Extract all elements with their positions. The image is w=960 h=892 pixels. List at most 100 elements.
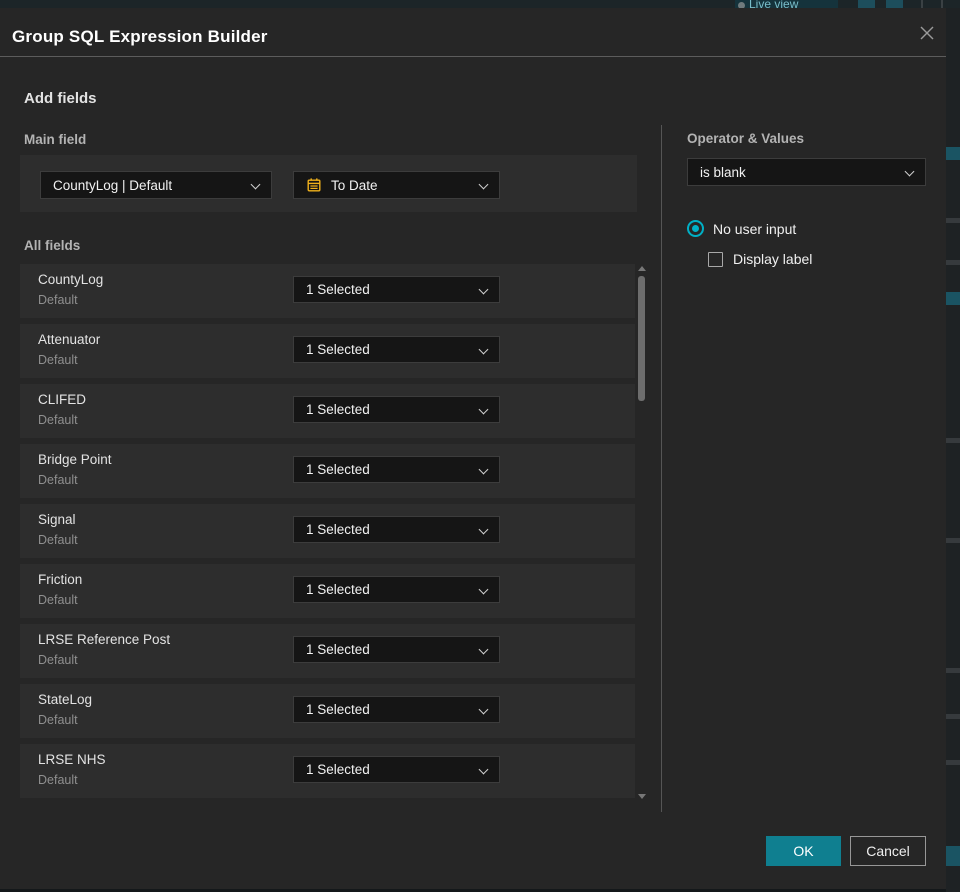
main-field-select[interactable]: CountyLog | Default — [40, 171, 272, 199]
titlebar-divider — [0, 56, 946, 57]
field-selected-dropdown[interactable]: 1 Selected — [293, 756, 500, 783]
chevron-down-icon — [478, 344, 489, 355]
scroll-down-icon[interactable] — [638, 794, 646, 799]
field-name: CountyLog — [38, 272, 104, 287]
main-field-label: Main field — [24, 132, 87, 147]
field-subtitle: Default — [38, 353, 78, 367]
field-row-clifed: CLIFED Default 1 Selected — [20, 384, 635, 438]
cancel-button[interactable]: Cancel — [850, 836, 926, 866]
field-name: LRSE NHS — [38, 752, 106, 767]
close-button[interactable] — [916, 22, 938, 44]
fields-list-scrollbar[interactable] — [637, 264, 647, 801]
chevron-down-icon — [478, 179, 489, 190]
group-sql-expression-builder-dialog: Group SQL Expression Builder Add fields … — [0, 8, 946, 889]
background-fragment — [946, 668, 960, 673]
scrollbar-thumb[interactable] — [638, 276, 645, 401]
field-row-countylog: CountyLog Default 1 Selected — [20, 264, 635, 318]
chevron-down-icon — [904, 166, 915, 177]
display-label-checkbox[interactable]: Display label — [708, 251, 812, 267]
background-app-edge — [946, 8, 960, 892]
chevron-down-icon — [478, 584, 489, 595]
field-row-lrse-nhs: LRSE NHS Default 1 Selected — [20, 744, 635, 798]
background-fragment — [946, 292, 960, 305]
radio-selected-icon — [687, 220, 704, 237]
field-selected-dropdown[interactable]: 1 Selected — [293, 636, 500, 663]
background-fragment — [946, 760, 960, 765]
field-name: Friction — [38, 572, 83, 587]
field-row-attenuator: Attenuator Default 1 Selected — [20, 324, 635, 378]
field-subtitle: Default — [38, 413, 78, 427]
chevron-down-icon — [478, 644, 489, 655]
field-name: LRSE Reference Post — [38, 632, 171, 647]
field-subtitle: Default — [38, 533, 78, 547]
field-selected-dropdown[interactable]: 1 Selected — [293, 576, 500, 603]
background-fragment — [946, 714, 960, 719]
field-selected-dropdown[interactable]: 1 Selected — [293, 516, 500, 543]
operator-select-value: is blank — [700, 164, 746, 180]
field-selected-dropdown[interactable]: 1 Selected — [293, 276, 500, 303]
close-icon — [920, 26, 934, 40]
field-row-lrse-reference-post: LRSE Reference Post Default 1 Selected — [20, 624, 635, 678]
field-row-statelog: StateLog Default 1 Selected — [20, 684, 635, 738]
background-fragment — [946, 260, 960, 265]
chevron-down-icon — [478, 704, 489, 715]
background-fragment — [946, 846, 960, 866]
dialog-titlebar: Group SQL Expression Builder — [0, 8, 946, 56]
field-name: CLIFED — [38, 392, 87, 407]
field-subtitle: Default — [38, 293, 78, 307]
calendar-icon — [306, 177, 322, 193]
field-name: Signal — [38, 512, 76, 527]
field-name: Bridge Point — [38, 452, 112, 467]
dialog-title: Group SQL Expression Builder — [12, 27, 268, 46]
chevron-down-icon — [478, 764, 489, 775]
chevron-down-icon — [478, 464, 489, 475]
selected-count: 1 Selected — [306, 342, 370, 357]
checkbox-unchecked-icon — [708, 251, 723, 267]
chevron-down-icon — [478, 284, 489, 295]
selected-count: 1 Selected — [306, 642, 370, 657]
selected-count: 1 Selected — [306, 282, 370, 297]
live-view-button[interactable]: Live view — [735, 0, 838, 8]
panel-divider — [661, 125, 662, 812]
display-label-text: Display label — [733, 251, 813, 267]
chevron-down-icon — [478, 524, 489, 535]
add-fields-heading: Add fields — [24, 90, 97, 107]
no-user-input-radio[interactable]: No user input — [687, 220, 796, 237]
selected-count: 1 Selected — [306, 702, 370, 717]
field-selected-dropdown[interactable]: 1 Selected — [293, 456, 500, 483]
selected-count: 1 Selected — [306, 402, 370, 417]
all-fields-label: All fields — [24, 238, 81, 253]
operator-select[interactable]: is blank — [687, 158, 926, 186]
background-fragment — [946, 438, 960, 443]
date-type-select-value: To Date — [331, 177, 378, 193]
live-view-label: Live view — [749, 0, 799, 8]
field-name: Attenuator — [38, 332, 101, 347]
field-selected-dropdown[interactable]: 1 Selected — [293, 336, 500, 363]
selected-count: 1 Selected — [306, 582, 370, 597]
toolbar-separator — [941, 0, 943, 8]
main-field-select-value: CountyLog | Default — [53, 177, 173, 193]
operator-values-label: Operator & Values — [687, 131, 805, 146]
background-app-toolbar: Live view — [0, 0, 960, 8]
field-subtitle: Default — [38, 773, 78, 787]
background-fragment — [946, 218, 960, 223]
date-type-select[interactable]: To Date — [293, 171, 500, 199]
chevron-down-icon — [250, 179, 261, 190]
field-selected-dropdown[interactable]: 1 Selected — [293, 396, 500, 423]
selected-count: 1 Selected — [306, 762, 370, 777]
field-selected-dropdown[interactable]: 1 Selected — [293, 696, 500, 723]
background-fragment — [946, 538, 960, 543]
background-fragment — [946, 147, 960, 160]
no-user-input-label: No user input — [713, 220, 797, 237]
background-toolbar-button — [886, 0, 903, 8]
ok-button[interactable]: OK — [766, 836, 841, 866]
toolbar-separator — [921, 0, 923, 8]
field-row-bridge-point: Bridge Point Default 1 Selected — [20, 444, 635, 498]
selected-count: 1 Selected — [306, 462, 370, 477]
chevron-down-icon — [478, 404, 489, 415]
field-subtitle: Default — [38, 653, 78, 667]
field-subtitle: Default — [38, 713, 78, 727]
field-row-friction: Friction Default 1 Selected — [20, 564, 635, 618]
field-row-signal: Signal Default 1 Selected — [20, 504, 635, 558]
scroll-up-icon[interactable] — [638, 266, 646, 271]
